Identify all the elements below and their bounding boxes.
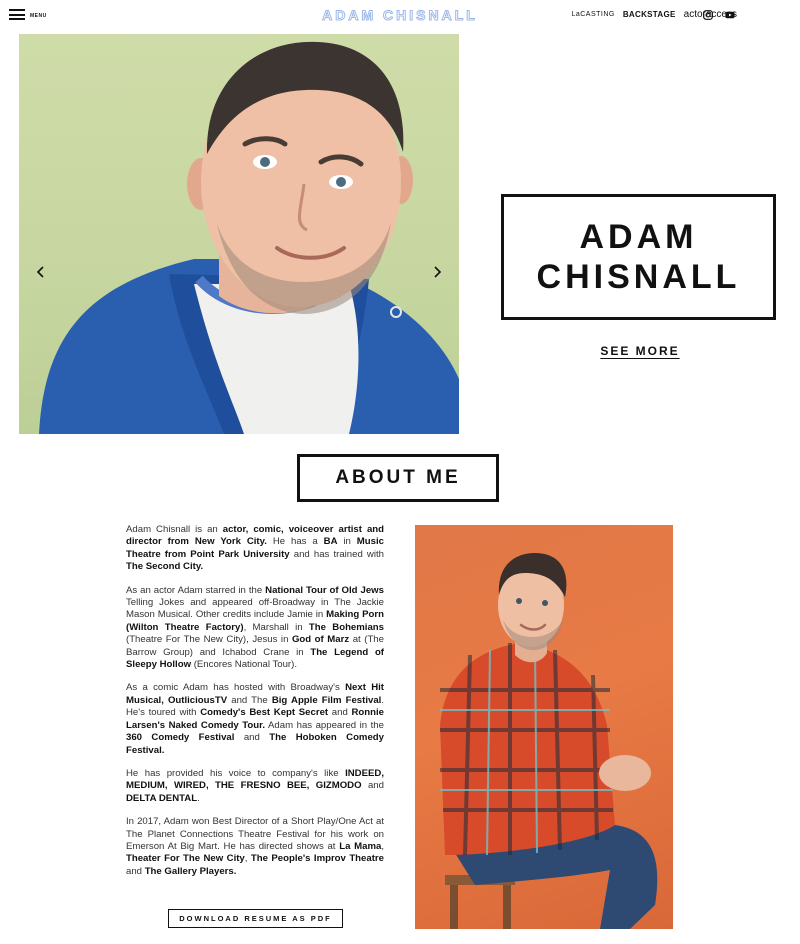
chevron-left-icon[interactable] xyxy=(34,262,48,282)
bio-paragraph: In 2017, Adam won Best Director of a Sho… xyxy=(126,816,384,877)
lacasting-link[interactable]: LaCASTING xyxy=(571,11,614,18)
menu-button[interactable]: MENU xyxy=(9,9,47,20)
download-resume-button[interactable]: DOWNLOAD RESUME AS PDF xyxy=(168,909,343,928)
bio-paragraph: As an actor Adam starred in the National… xyxy=(126,584,384,671)
name-title-box: ADAM CHISNALL xyxy=(501,194,776,320)
page-bottom-edge xyxy=(0,930,800,944)
bio-text: Adam Chisnall is an actor, comic, voiceo… xyxy=(126,524,384,889)
about-heading: ABOUT ME xyxy=(335,467,461,488)
instagram-icon[interactable] xyxy=(703,10,713,20)
hero-headshot-photo xyxy=(19,34,459,434)
backstage-link[interactable]: BACKSTAGE xyxy=(623,10,676,19)
about-heading-box: ABOUT ME xyxy=(297,454,499,502)
bio-paragraph: As a comic Adam has hosted with Broadway… xyxy=(126,682,384,756)
see-more-link[interactable]: SEE MORE xyxy=(560,344,720,358)
hero-name: ADAM CHISNALL xyxy=(536,218,741,296)
menu-label: MENU xyxy=(30,13,47,19)
portrait-photo xyxy=(415,525,673,929)
hamburger-icon xyxy=(9,9,25,20)
bio-paragraph: He has provided his voice to company's l… xyxy=(126,767,384,804)
portrait-illustration xyxy=(440,553,658,929)
chevron-right-icon[interactable] xyxy=(430,262,444,282)
headshot-illustration xyxy=(39,41,459,434)
youtube-icon[interactable] xyxy=(725,10,735,20)
bio-paragraph: Adam Chisnall is an actor, comic, voiceo… xyxy=(126,524,385,573)
site-header: MENU ADAM CHISNALL LaCASTING BACKSTAGE a… xyxy=(0,0,800,30)
brand-logo[interactable]: ADAM CHISNALL xyxy=(322,7,478,24)
